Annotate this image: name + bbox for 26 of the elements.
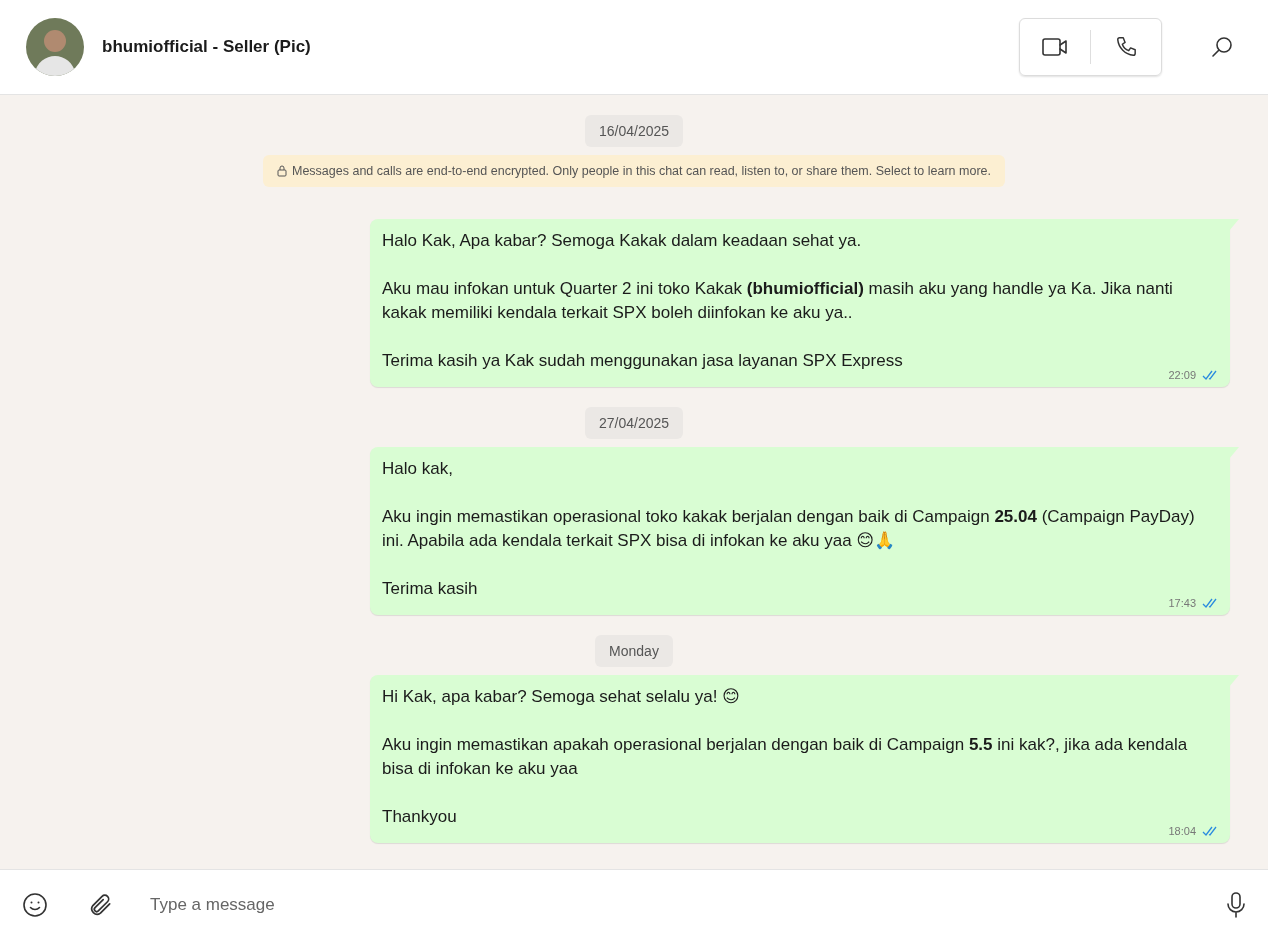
search-icon xyxy=(1211,36,1233,58)
encryption-notice[interactable]: Messages and calls are end-to-end encrypted. Only people in this chat can read, listen to, or share them. Select to learn more. xyxy=(263,155,1005,187)
message-text: Halo kak, xyxy=(382,458,454,480)
notice-text: Messages and calls are end-to-end encrypted. Only people in this chat can read, listen to, or share them. Select to learn more. xyxy=(292,164,991,178)
phone-icon xyxy=(1115,36,1137,58)
message-input[interactable]: Type a message xyxy=(148,894,1206,916)
message-text: Terima kasih ya Kak sudah menggunakan jasa layanan SPX Express xyxy=(382,350,904,372)
message-text: Aku mau infokan untuk Quarter 2 ini toko Kakak (bhumiofficial) masih aku yang handle ya Ka. Jika nanti kakak memiliki kendala terkait SPX boleh diinfokan ke aku ya.. xyxy=(382,278,1174,324)
microphone-icon[interactable] xyxy=(1226,892,1246,918)
date-chip: 16/04/2025 xyxy=(584,115,684,147)
message-time: 17:43 xyxy=(1168,597,1196,609)
message-time: 18:04 xyxy=(1168,825,1196,837)
message-text: Thankyou xyxy=(382,806,458,828)
lock-icon xyxy=(277,165,287,177)
message-text: Halo Kak, Apa kabar? Semoga Kakak dalam keadaan sehat ya. xyxy=(382,230,863,252)
video-camera-icon xyxy=(1042,37,1068,57)
emoji-icon[interactable] xyxy=(22,892,48,918)
message-text: Aku ingin memastikan apakah operasional berjalan dengan baik di Campaign 5.5 ini kak?, jika ada kendala bisa di infokan ke aku yaa xyxy=(382,734,1189,780)
message-text: Aku ingin memastikan operasional toko kakak berjalan dengan baik di Campaign 25.04 (Campaign PayDay) ini. Apabila ada kendala terkait SPX bisa di infokan ke aku yaa 😊🙏 xyxy=(382,506,1196,552)
date-chip: 27/04/2025 xyxy=(584,407,684,439)
message-time: 22:09 xyxy=(1168,369,1196,381)
message-text: Hi Kak, apa kabar? Semoga sehat selalu ya! 😊 xyxy=(382,686,741,708)
message-text: Terima kasih xyxy=(382,578,479,600)
contact-name[interactable]: bhumiofficial - Seller (Pic) xyxy=(102,37,1001,57)
avatar[interactable] xyxy=(26,18,84,76)
date-chip: Monday xyxy=(595,635,673,667)
